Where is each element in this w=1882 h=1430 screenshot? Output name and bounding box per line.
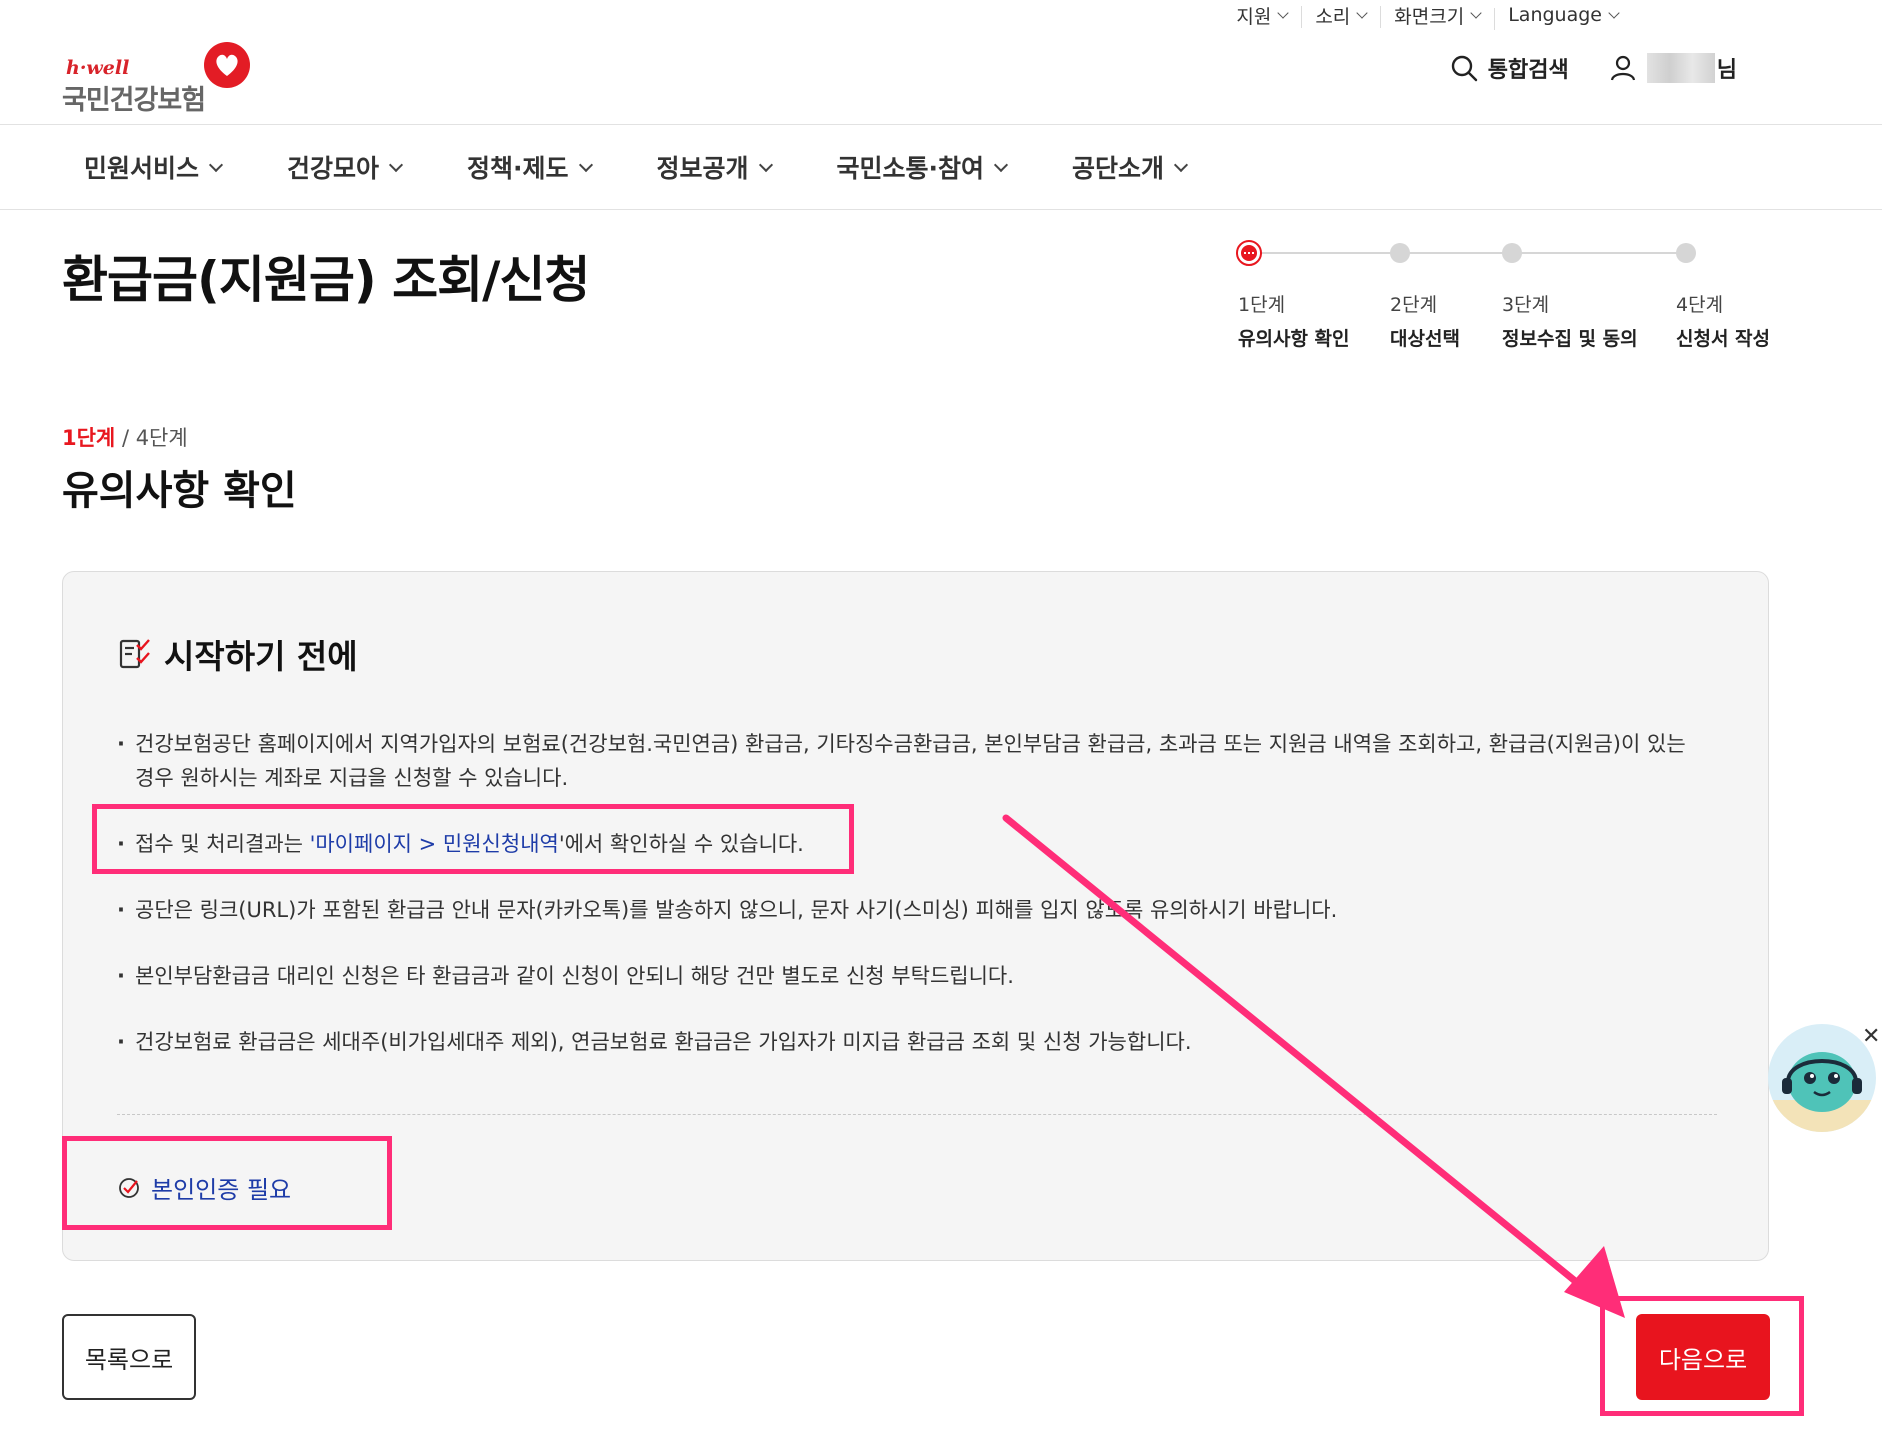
- chevron-down-icon: [1608, 6, 1620, 19]
- notice-heading-text: 시작하기 전에: [164, 637, 358, 676]
- site-logo[interactable]: h·well 국민건강보험: [62, 40, 262, 116]
- step-indicator: 1단계 / 4단계: [62, 422, 188, 452]
- step-1-label: 유의사항 확인: [1238, 328, 1350, 350]
- close-icon[interactable]: ✕: [1862, 1026, 1880, 1048]
- search-label: 통합검색: [1487, 58, 1569, 83]
- chevron-down-icon: [993, 157, 1009, 172]
- util-sound-label: 소리: [1315, 5, 1351, 28]
- nav-item-disclosure[interactable]: 정보공개: [656, 149, 773, 185]
- util-screen-size-label: 화면크기: [1394, 5, 1465, 28]
- notice-list: 건강보험공단 홈페이지에서 지역가입자의 보험료(건강보험.국민연금) 환급금,…: [117, 727, 1707, 1091]
- chevron-down-icon: [388, 157, 404, 172]
- notice-item: 공단은 링크(URL)가 포함된 환급금 안내 문자(카카오톡)를 발송하지 않…: [117, 893, 1707, 927]
- step-4-number: 4단계: [1676, 294, 1724, 316]
- user-name-redacted: [1646, 53, 1715, 83]
- progress-stepper: 1단계 2단계 3단계 4단계 유의사항 확인 대상선택 정보수집 및 동의 신…: [1236, 240, 1796, 360]
- notice-heading: 시작하기 전에: [118, 630, 358, 678]
- step-2-dot: [1390, 243, 1410, 263]
- section-title: 유의사항 확인: [62, 468, 297, 514]
- nav-item-health[interactable]: 건강모아: [287, 149, 404, 185]
- nav-item-policy[interactable]: 정책·제도: [467, 149, 593, 185]
- integrated-search-button[interactable]: 통합검색: [1450, 52, 1569, 84]
- utility-bar: 지원 소리 화면크기 Language: [1222, 0, 1632, 30]
- logo-org-name: 국민건강보험: [62, 85, 206, 116]
- step-4-label: 신청서 작성: [1676, 328, 1771, 350]
- chevron-down-icon: [1173, 157, 1189, 172]
- notice-item: 건강보험공단 홈페이지에서 지역가입자의 보험료(건강보험.국민연금) 환급금,…: [117, 727, 1707, 795]
- chevron-down-icon: [758, 157, 773, 172]
- util-sound[interactable]: 소리: [1301, 2, 1380, 29]
- nav-label: 건강모아: [287, 154, 380, 183]
- step-2-label: 대상선택: [1390, 328, 1460, 350]
- logo-brand: h·well: [66, 57, 130, 79]
- chevron-down-icon: [578, 157, 593, 172]
- util-language[interactable]: Language: [1494, 4, 1632, 30]
- chevron-down-icon: [208, 157, 224, 172]
- chatbot-avatar-icon: [1768, 1052, 1876, 1132]
- stepper-track: [1250, 252, 1690, 254]
- chevron-down-icon: [1356, 6, 1368, 19]
- main-nav: 민원서비스 건강모아 정책·제도 정보공개 국민소통·참여 공단소개: [84, 125, 1252, 209]
- annotation-highlight-auth: [62, 1136, 392, 1230]
- annotation-highlight-next: [1600, 1296, 1804, 1416]
- step-3-label: 정보수집 및 동의: [1502, 328, 1638, 350]
- nav-item-about[interactable]: 공단소개: [1072, 149, 1189, 185]
- util-screen-size[interactable]: 화면크기: [1380, 2, 1494, 29]
- util-language-label: Language: [1508, 4, 1602, 26]
- notice-item: 건강보험료 환급금은 세대주(비가입세대주 제외), 연금보험료 환급금은 가입…: [117, 1025, 1707, 1059]
- annotation-highlight-mypage: [92, 804, 854, 874]
- step-1-number: 1단계: [1238, 294, 1286, 316]
- page-title: 환급금(지원금) 조회/신청: [62, 251, 590, 309]
- nav-label: 민원서비스: [84, 154, 200, 183]
- nav-label: 정책·제도: [467, 154, 569, 183]
- user-suffix: 님: [1716, 58, 1737, 83]
- step-4-dot: [1676, 243, 1696, 263]
- nav-divider: [0, 209, 1882, 210]
- nav-label: 정보공개: [656, 154, 749, 183]
- back-to-list-button[interactable]: 목록으로: [62, 1314, 196, 1400]
- step-3-dot: [1502, 243, 1522, 263]
- chatbot-launcher[interactable]: [1768, 1024, 1876, 1132]
- step-2-number: 2단계: [1390, 294, 1438, 316]
- nav-label: 국민소통·참여: [836, 154, 985, 183]
- checklist-icon: [119, 639, 150, 669]
- current-step: 1단계: [62, 426, 116, 450]
- step-3-number: 3단계: [1502, 294, 1550, 316]
- notice-divider: [117, 1114, 1717, 1115]
- nav-label: 공단소개: [1072, 154, 1165, 183]
- user-menu-button[interactable]: 님: [1609, 52, 1737, 84]
- nav-item-civil-service[interactable]: 민원서비스: [84, 149, 224, 185]
- notice-item: 본인부담환급금 대리인 신청은 타 환급금과 같이 신청이 안되니 해당 건만 …: [117, 959, 1707, 993]
- util-support[interactable]: 지원: [1222, 2, 1301, 29]
- heart-logo-icon: [204, 42, 250, 88]
- util-support-label: 지원: [1236, 5, 1272, 28]
- step-1-dot: [1236, 240, 1262, 266]
- search-icon: [1451, 55, 1477, 82]
- total-steps: / 4단계: [115, 426, 188, 450]
- user-icon: [1610, 55, 1635, 81]
- chevron-down-icon: [1470, 6, 1482, 19]
- chevron-down-icon: [1277, 6, 1289, 19]
- nav-item-communication[interactable]: 국민소통·참여: [836, 149, 1009, 185]
- header-actions: 통합검색 님: [1450, 52, 1737, 84]
